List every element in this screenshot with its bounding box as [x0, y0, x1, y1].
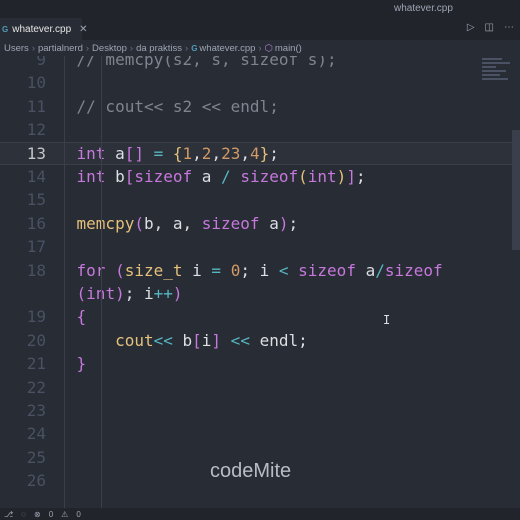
code-text: int a[] = {1,2,23,4};	[38, 143, 279, 163]
breadcrumb: Users › partialnerd › Desktop › da prakt…	[0, 40, 520, 56]
watermark: codeMite	[210, 460, 292, 482]
code-text: // memcpy(s2, s, sizeof s);	[38, 56, 337, 69]
line-number: 10	[26, 73, 46, 93]
code-line[interactable]: 21 }	[0, 352, 512, 375]
breadcrumb-item[interactable]: da praktiss	[136, 43, 182, 54]
warning-icon[interactable]: ⚠	[61, 510, 68, 519]
mouse-ibeam-cursor: I	[383, 313, 391, 327]
code-line[interactable]: 18 for (size_t i = 0; i < sizeof a/sizeo…	[0, 259, 512, 282]
warning-count[interactable]: 0	[76, 510, 80, 519]
line-number: 25	[26, 447, 46, 467]
breadcrumb-item[interactable]: Desktop	[92, 43, 127, 54]
code-text: int b[sizeof a / sizeof(int)];	[38, 167, 366, 186]
chevron-right-icon: ›	[258, 42, 262, 54]
line-number: 22	[26, 377, 46, 397]
more-icon[interactable]: ⋯	[504, 22, 514, 33]
cpp-file-icon: G	[2, 24, 9, 34]
close-icon[interactable]: ✕	[79, 24, 87, 35]
code-line[interactable]: 23	[0, 399, 512, 422]
line-number: 15	[26, 190, 46, 210]
code-line[interactable]: 17	[0, 235, 512, 258]
sync-icon[interactable]: ◌	[21, 510, 26, 519]
line-number: 17	[26, 237, 46, 257]
code-text: }	[38, 354, 87, 374]
editor-actions: ▷ ◫ ⋯	[467, 22, 514, 33]
breadcrumb-item[interactable]: partialnerd	[38, 43, 83, 54]
title-bar: whatever.cpp	[0, 0, 520, 18]
code-editor[interactable]: 9 // memcpy(s2, s, sizeof s); 10 11 // cou…	[0, 56, 512, 508]
code-line[interactable]: 15	[0, 188, 512, 211]
error-count[interactable]: 0	[49, 510, 53, 519]
code-line[interactable]: 11 // cout<< s2 << endl;	[0, 95, 512, 118]
chevron-right-icon: ›	[129, 42, 134, 54]
breadcrumb-item[interactable]: main()	[275, 43, 302, 54]
cpp-file-icon: G	[191, 43, 198, 53]
code-line[interactable]: 19 {	[0, 305, 512, 328]
code-text: (int); i++)	[38, 284, 183, 303]
line-number: 26	[26, 471, 46, 491]
indent-guide	[64, 56, 65, 508]
chevron-right-icon: ›	[31, 42, 35, 54]
scrollbar[interactable]	[512, 130, 520, 250]
branch-icon[interactable]: ⎇	[4, 510, 13, 519]
code-line[interactable]: 13 int a[] = {1,2,23,4};	[0, 141, 512, 165]
breadcrumb-item[interactable]: whatever.cpp	[199, 43, 255, 54]
function-icon: ⬡	[264, 42, 273, 54]
code-text: for (size_t i = 0; i < sizeof a/sizeof	[38, 260, 443, 280]
run-icon[interactable]: ▷	[467, 22, 475, 33]
code-line[interactable]: 10	[0, 71, 512, 94]
chevron-right-icon: ›	[85, 42, 90, 54]
error-icon[interactable]: ⊗	[34, 510, 41, 519]
code-text: {	[38, 307, 87, 327]
status-bar: ⎇ ◌ ⊗ 0 ⚠ 0	[0, 508, 520, 520]
tab-label: whatever.cpp	[12, 23, 72, 35]
line-number: 23	[26, 401, 46, 420]
code-text: memcpy(b, a, sizeof a);	[38, 213, 299, 233]
tab-bar: G whatever.cpp ✕ ▷ ◫ ⋯	[0, 18, 520, 40]
indent-guide	[101, 56, 102, 508]
code-line[interactable]: 14 int b[sizeof a / sizeof(int)];	[0, 165, 512, 188]
line-number: 24	[26, 424, 46, 444]
code-line[interactable]: 24	[0, 422, 512, 445]
tab-whatever-cpp[interactable]: G whatever.cpp ✕	[0, 18, 88, 40]
breadcrumb-item[interactable]: Users	[4, 43, 29, 54]
code-line[interactable]: (int); i++)	[0, 282, 512, 305]
code-line[interactable]: 9 // memcpy(s2, s, sizeof s);	[0, 56, 512, 71]
chevron-right-icon: ›	[185, 42, 189, 54]
window-title: whatever.cpp	[394, 3, 453, 14]
code-line[interactable]: 22	[0, 376, 512, 399]
split-editor-icon[interactable]: ◫	[485, 22, 494, 33]
code-text: cout<< b[i] << endl;	[38, 330, 308, 350]
minimap[interactable]	[482, 56, 520, 126]
line-number: 12	[26, 120, 46, 140]
code-text: // cout<< s2 << endl;	[38, 96, 279, 116]
code-line[interactable]: 16 memcpy(b, a, sizeof a);	[0, 212, 512, 235]
code-line[interactable]: 12	[0, 118, 512, 141]
code-line[interactable]: 20 cout<< b[i] << endl;	[0, 329, 512, 352]
